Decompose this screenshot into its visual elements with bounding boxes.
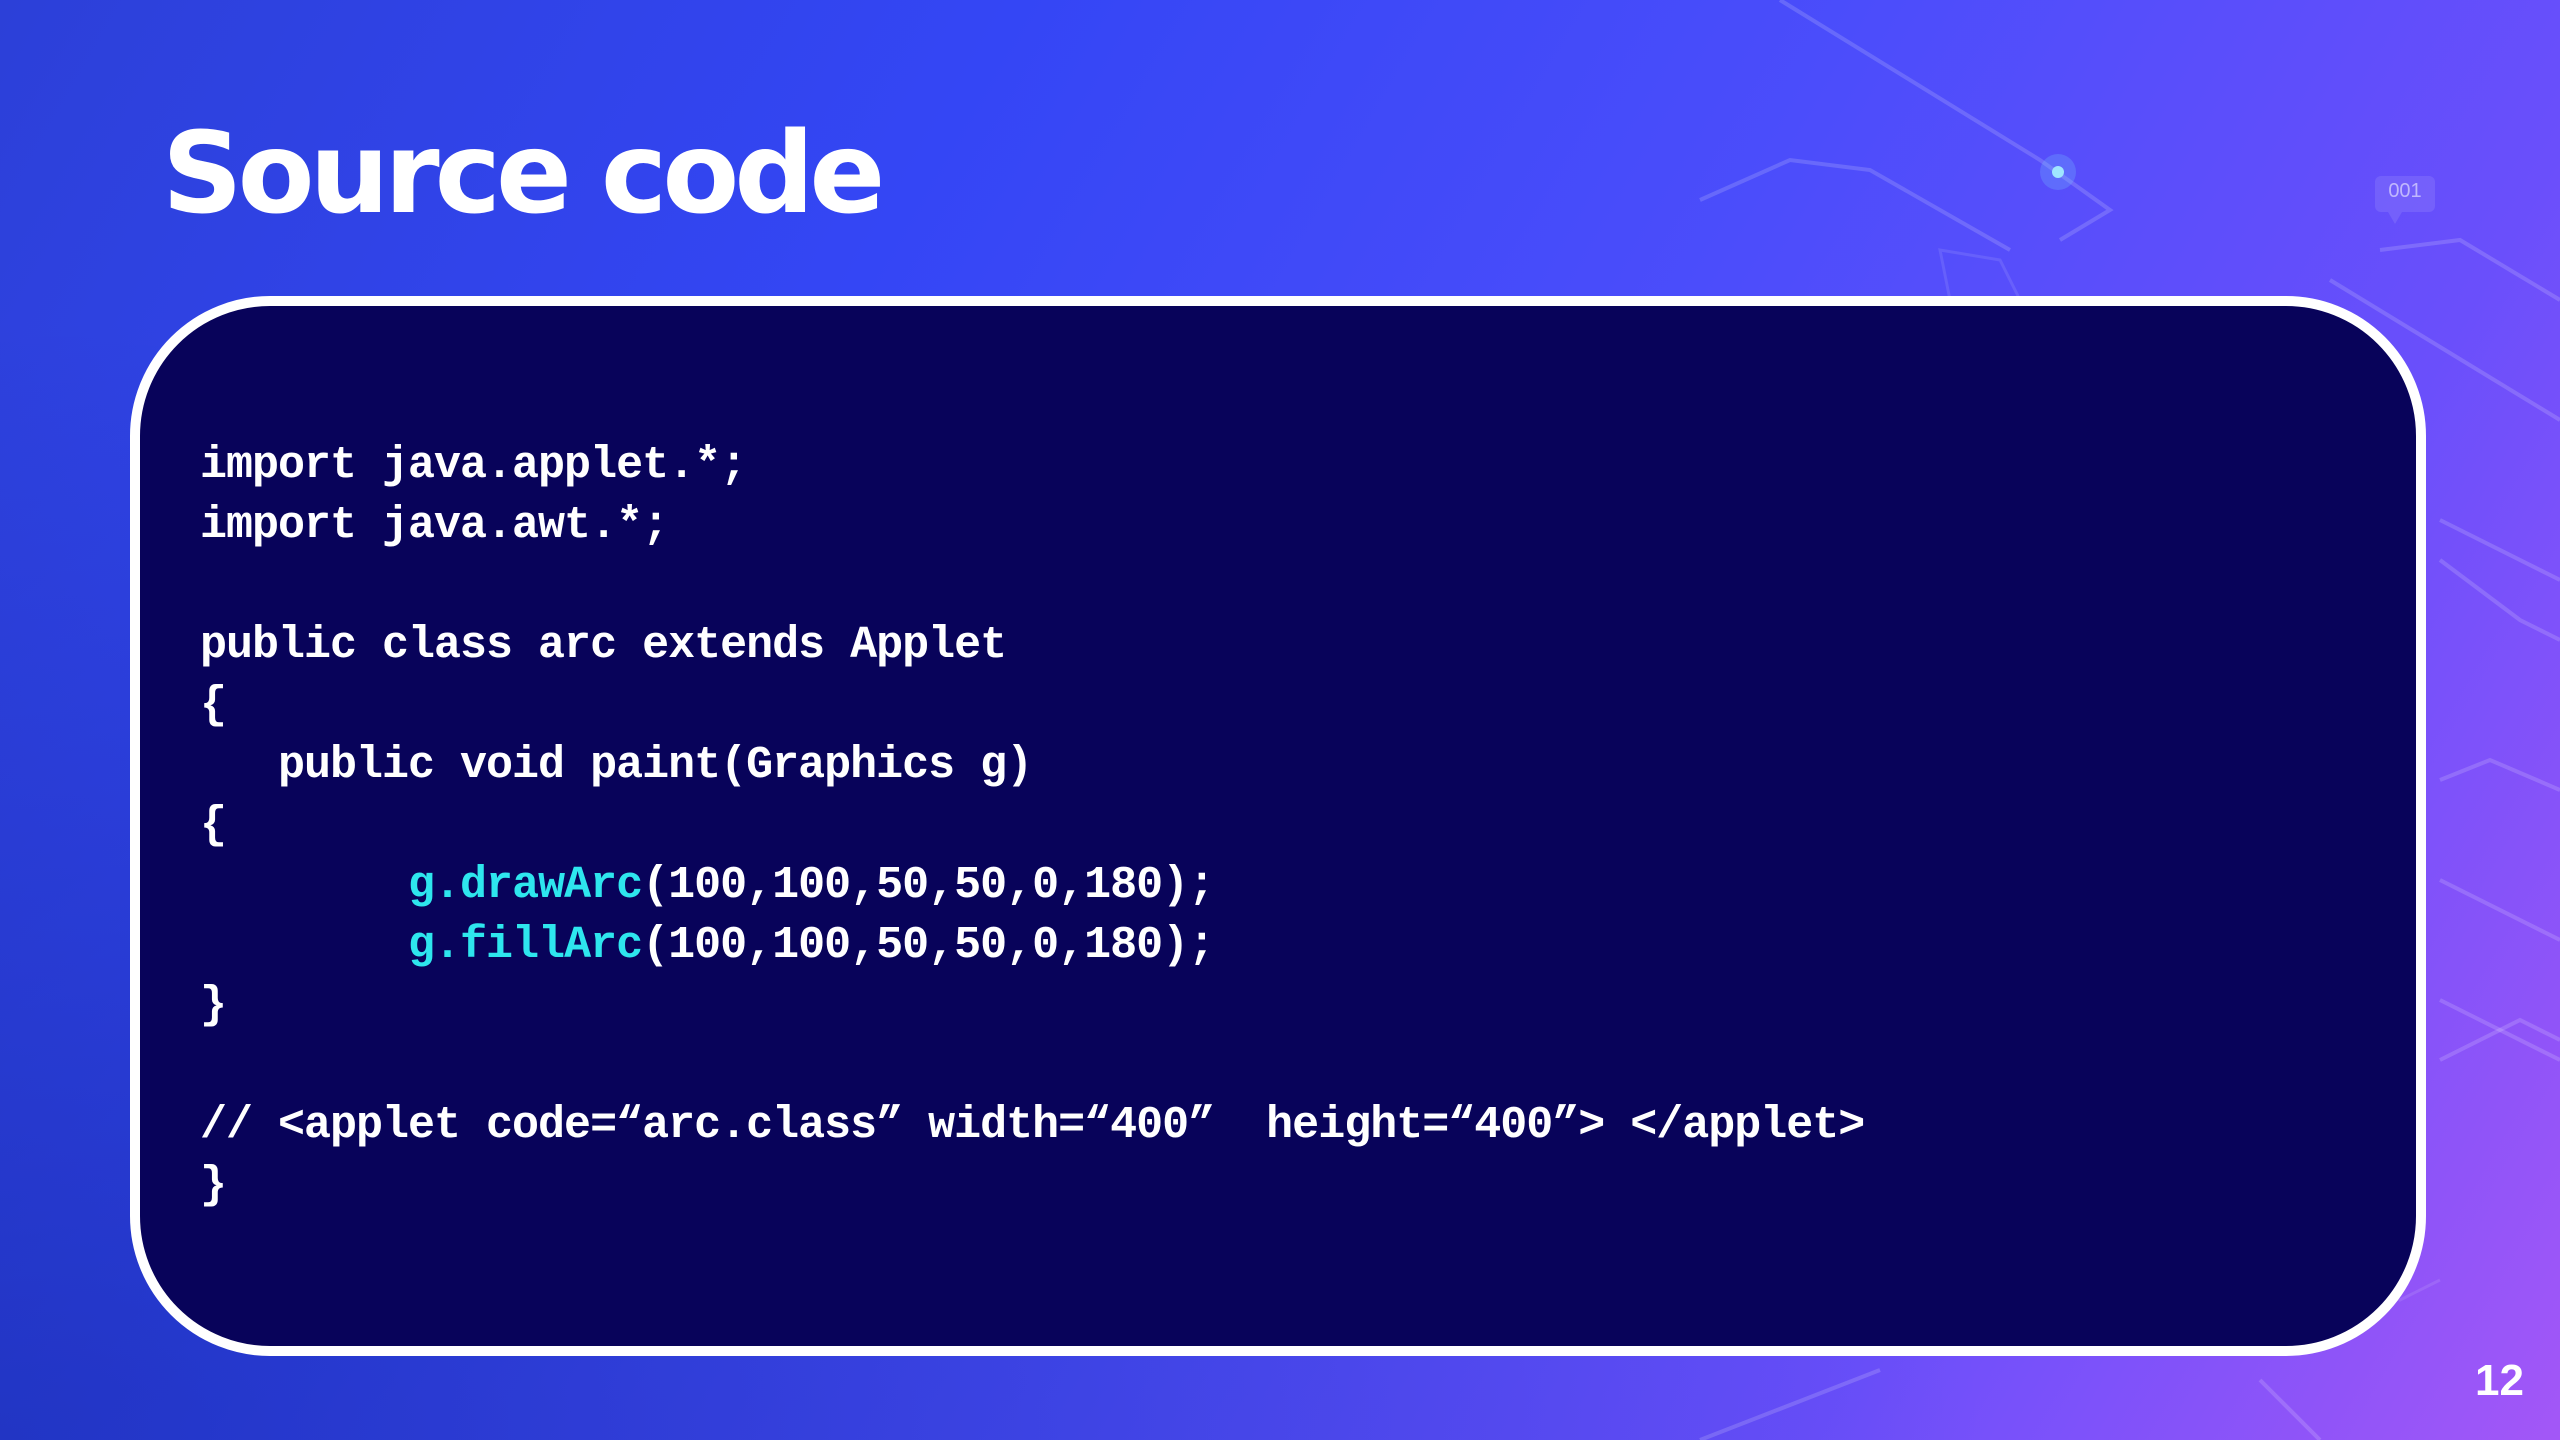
code-line-applet-comment: // <applet code=“arc.class” width=“400” … (200, 1100, 1865, 1151)
page-number: 12 (2475, 1356, 2524, 1405)
code-line: public class arc extends Applet (200, 620, 1007, 671)
code-line: { (200, 680, 227, 731)
slide: 001 Source code import java.applet.*; imp… (0, 0, 2560, 1440)
code-line-draw-arc: g.drawArc(100,100,50,50,0,180); (200, 856, 1864, 916)
code-line-fill-arc: g.fillArc(100,100,50,50,0,180); (200, 916, 1864, 976)
chat-badge-icon: 001 (2372, 172, 2438, 216)
fill-arc-method: g.fillArc (408, 920, 643, 971)
draw-arc-method: g.drawArc (408, 860, 643, 911)
slide-title: Source code (162, 109, 885, 239)
code-block: import java.applet.*; import java.awt.*; p… (200, 436, 1865, 1216)
code-line: import java.awt.*; (200, 500, 669, 551)
code-line: import java.applet.*; (200, 440, 747, 491)
code-line: } (200, 980, 227, 1031)
code-line: { (200, 800, 227, 851)
draw-arc-args: (100,100,50,50,0,180); (642, 860, 1215, 911)
fill-arc-args: (100,100,50,50,0,180); (642, 920, 1215, 971)
code-line: } (200, 1160, 227, 1211)
chat-badge-label: 001 (2388, 180, 2422, 202)
code-line: public void paint(Graphics g) (200, 740, 1033, 791)
